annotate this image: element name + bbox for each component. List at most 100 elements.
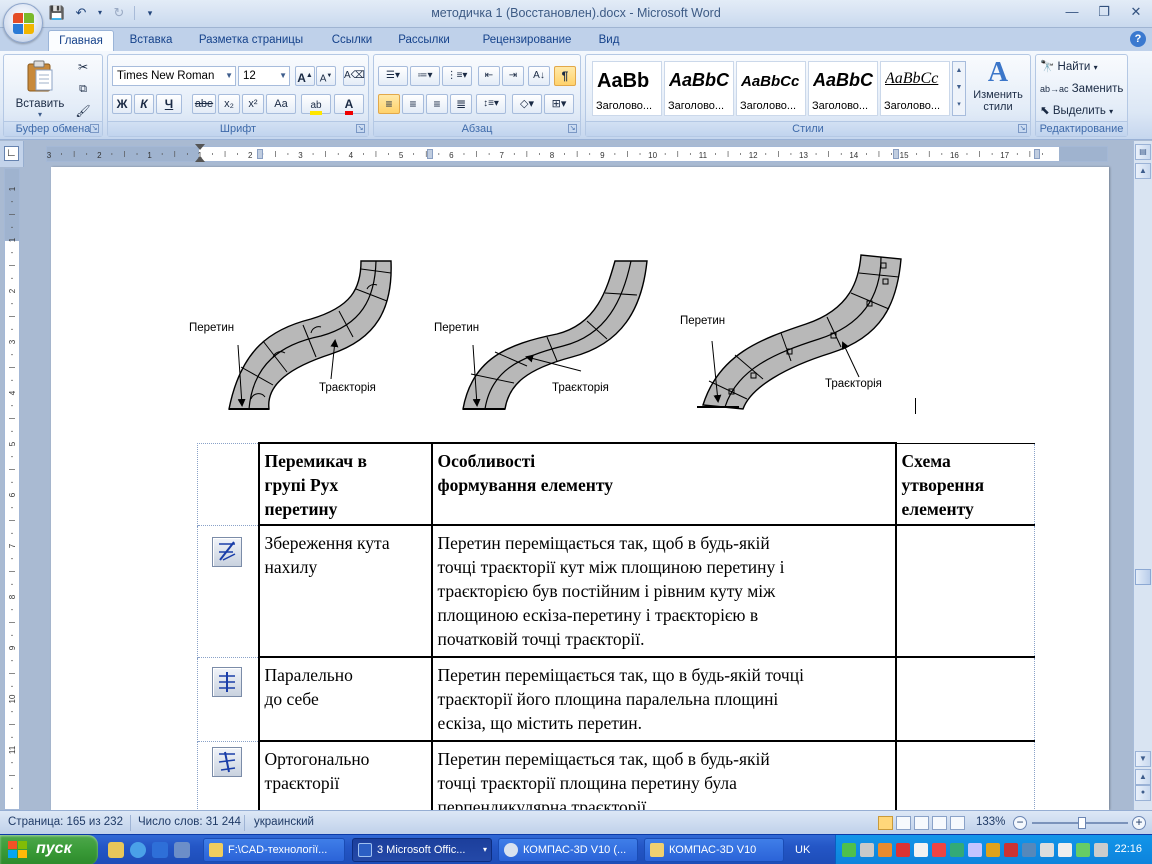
vertical-scrollbar[interactable]: ▤ ▲ ▼ ▲ ● [1133,141,1152,810]
language-indicator[interactable]: украинский [254,816,314,828]
font-name-combo[interactable]: Times New Roman ▼ [112,66,236,86]
clipboard-launcher-icon[interactable]: ↘ [90,124,99,133]
quicklaunch-browser-icon[interactable] [152,842,168,858]
align-left-icon[interactable]: ≡ [378,94,400,114]
browse-object-icon[interactable]: ● [1135,785,1151,801]
style-heading-1[interactable]: AaBb Заголово... [592,61,662,116]
increase-indent-icon[interactable]: ⇥ [502,66,524,86]
tray-icon[interactable] [986,843,1000,857]
tray-icon[interactable] [1004,843,1018,857]
tab-view[interactable]: Вид [592,30,626,51]
line-spacing-icon[interactable]: ↕≡▾ [476,94,506,114]
zoom-slider-thumb[interactable] [1078,817,1086,829]
tab-insert[interactable]: Вставка [120,30,182,51]
style-heading-3[interactable]: AaBbCc Заголово... [736,61,806,116]
shading-icon[interactable]: ◇▾ [512,94,542,114]
tab-review[interactable]: Рецензирование [470,30,584,51]
indent-marker-bottom-icon[interactable] [195,156,205,162]
page-counter[interactable]: Страница: 165 из 232 [8,816,123,828]
task-folder[interactable]: F:\CAD-технології... [203,838,345,862]
document-page[interactable]: Перетин Траєкторія Перетин Траєкторія Пе… [51,167,1109,810]
superscript-button[interactable]: x² [242,94,264,114]
horizontal-ruler[interactable]: 3 2 1 1 2 3 4 5 6 7 8 9 10 11 12 13 14 15 16 17 [46,144,1108,162]
indent-marker-icon[interactable] [195,144,205,150]
start-button[interactable]: пуск [0,835,98,864]
tray-icon[interactable] [932,843,946,857]
paragraph-launcher-icon[interactable]: ↘ [568,124,577,133]
strikethrough-button[interactable]: abe [192,94,216,114]
table-column-marker[interactable] [427,149,433,159]
tray-icon[interactable] [1094,843,1108,857]
full-screen-reading-icon[interactable] [896,816,911,830]
shrink-font-icon[interactable]: A▼ [316,66,336,86]
tab-selector-icon[interactable]: ∟ [4,146,19,161]
web-layout-icon[interactable] [914,816,929,830]
zoom-out-button[interactable]: − [1013,816,1027,830]
style-heading-2[interactable]: AaBbC Заголово... [664,61,734,116]
tray-icon[interactable] [860,843,874,857]
format-painter-icon[interactable]: 🖌 [72,101,94,121]
clock[interactable]: 22:16 [1114,843,1142,855]
grow-font-icon[interactable]: A▲ [295,66,315,86]
scroll-thumb[interactable] [1135,569,1151,585]
font-color-icon[interactable]: A [334,94,364,115]
style-heading-5[interactable]: AaBbCc Заголово... [880,61,950,116]
underline-button[interactable]: Ч [156,94,182,114]
task-kompas-2[interactable]: КОМПАС-3D V10 [644,838,784,862]
quicklaunch-explorer-icon[interactable] [108,842,124,858]
network-icon[interactable] [1040,843,1054,857]
styles-scroll[interactable]: ▲ ▼ ▾ [952,61,966,116]
change-styles-button[interactable]: A Изменить стили [968,57,1028,119]
numbering-icon[interactable]: ≔▾ [410,66,440,86]
language-bar[interactable]: UK [795,844,810,856]
clear-format-icon[interactable]: A⌫ [343,66,365,86]
bullets-icon[interactable]: ☰▾ [378,66,408,86]
tray-icon[interactable] [1022,843,1036,857]
tray-icon[interactable] [896,843,910,857]
quicklaunch-ie-icon[interactable] [130,842,146,858]
sort-icon[interactable]: A↓ [528,66,550,86]
quicklaunch-desktop-icon[interactable] [174,842,190,858]
font-size-combo[interactable]: 12 ▼ [238,66,290,86]
align-right-icon[interactable]: ≡ [426,94,448,114]
zoom-level[interactable]: 133% [976,816,1005,828]
tab-home[interactable]: Главная [48,30,114,51]
show-marks-icon[interactable]: ¶ [554,66,576,86]
zoom-in-button[interactable]: + [1132,816,1146,830]
view-ruler-icon[interactable]: ▤ [1135,144,1151,160]
help-icon[interactable]: ? [1130,31,1146,47]
draft-icon[interactable] [950,816,965,830]
tab-mailings[interactable]: Рассылки [390,30,458,51]
select-button[interactable]: ⬉ Выделить ▾ [1039,101,1125,121]
paste-button[interactable]: Вставить ▾ [10,57,70,119]
office-button[interactable] [3,3,43,43]
table-column-marker[interactable] [1034,149,1040,159]
table-column-marker[interactable] [257,149,263,159]
tray-icon[interactable] [968,843,982,857]
tab-references[interactable]: Ссылки [322,30,382,51]
tray-icon[interactable] [950,843,964,857]
outline-icon[interactable] [932,816,947,830]
scroll-down-button[interactable]: ▼ [1135,751,1151,767]
change-case-button[interactable]: Aa [266,94,296,114]
style-heading-4[interactable]: AaBbC Заголово... [808,61,878,116]
task-word[interactable]: 3 Microsoft Offic... ▾ [352,838,492,862]
highlight-icon[interactable]: ab [301,94,331,115]
tab-page-layout[interactable]: Разметка страницы [192,30,310,51]
minimize-button[interactable]: — [1060,3,1084,21]
scroll-up-button[interactable]: ▲ [1135,163,1151,179]
find-button[interactable]: 🔭 Найти ▾ [1039,57,1125,77]
word-count[interactable]: Число слов: 31 244 [138,816,241,828]
align-center-icon[interactable]: ≡ [402,94,424,114]
vertical-ruler[interactable]: 1 1 2 3 4 5 6 7 8 9 10 11 [4,168,20,810]
multilevel-list-icon[interactable]: ⋮≡▾ [442,66,472,86]
copy-icon[interactable]: ⧉ [72,79,94,99]
subscript-button[interactable]: x₂ [218,94,240,114]
font-launcher-icon[interactable]: ↘ [356,124,365,133]
close-button[interactable]: ✕ [1124,3,1148,21]
tray-icon[interactable] [914,843,928,857]
print-layout-icon[interactable] [878,816,893,830]
bold-button[interactable]: Ж [112,94,132,114]
styles-launcher-icon[interactable]: ↘ [1018,124,1027,133]
task-kompas-1[interactable]: КОМПАС-3D V10 (... [498,838,638,862]
